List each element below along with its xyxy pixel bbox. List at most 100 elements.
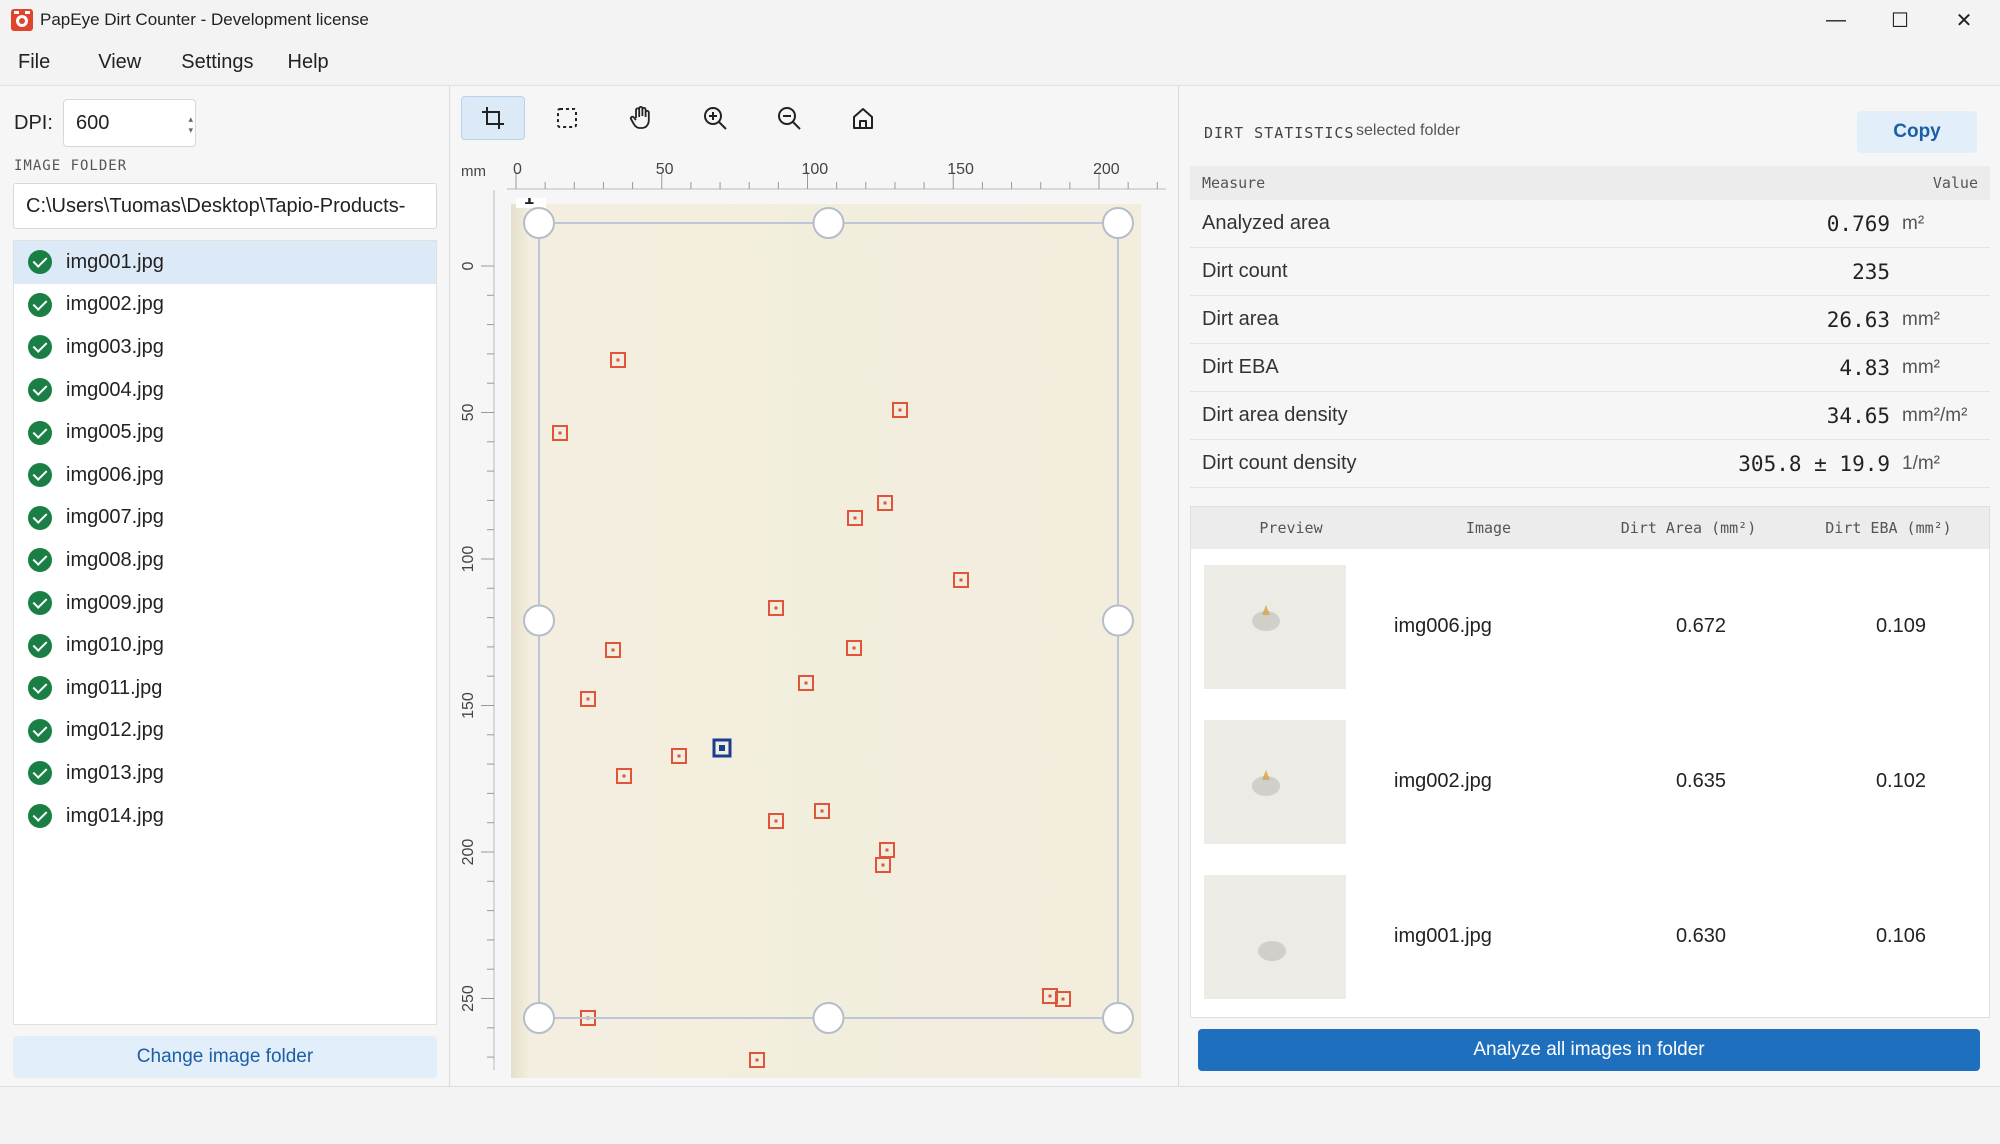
check-circle-icon <box>28 548 52 573</box>
scanned-paper-image <box>511 204 1141 1078</box>
image-viewer-panel: mm050100150200 05010015020025000 1 <box>451 86 1179 1086</box>
crop-handle[interactable] <box>1102 1002 1134 1034</box>
file-list-item[interactable]: img004.jpg <box>14 369 436 412</box>
file-list-item[interactable]: img001.jpg <box>14 241 436 284</box>
check-circle-icon <box>28 633 52 658</box>
crop-tool-button[interactable] <box>461 96 525 140</box>
ruler-left-label: 150 <box>460 692 477 719</box>
file-list[interactable]: img001.jpg img002.jpg img003.jpg img004.jpg… <box>13 240 437 1025</box>
pan-tool-button[interactable] <box>609 96 673 140</box>
file-list-item[interactable]: img013.jpg <box>14 752 436 795</box>
image-column-header[interactable]: Image <box>1391 519 1586 537</box>
file-list-item[interactable]: img003.jpg <box>14 326 436 369</box>
crop-handle[interactable] <box>523 207 555 239</box>
dirt-speck <box>881 863 885 867</box>
window-title: PapEye Dirt Counter - Development licens… <box>40 10 369 29</box>
stat-value: 0.769 <box>1826 211 1890 236</box>
dirt-speck <box>586 697 590 701</box>
dpi-input[interactable]: 600 ▴ ▾ <box>63 99 196 147</box>
dirt-speck <box>852 646 856 650</box>
file-list-item[interactable]: img010.jpg <box>14 624 436 667</box>
file-name: img013.jpg <box>66 761 164 784</box>
file-list-item[interactable]: img012.jpg <box>14 710 436 753</box>
file-list-item[interactable]: img014.jpg <box>14 795 436 838</box>
image-folder-label: IMAGE FOLDER <box>14 158 128 174</box>
menu-file[interactable]: File <box>0 51 68 74</box>
dirt-image-name: img002.jpg <box>1394 770 1492 792</box>
menu-help[interactable]: Help <box>272 51 347 74</box>
crop-handle[interactable] <box>812 1002 845 1034</box>
measure-column-header: Measure <box>1202 174 1266 192</box>
close-button[interactable]: ✕ <box>1932 0 1996 40</box>
page-number: 1 <box>524 198 534 208</box>
dirt-speck <box>898 408 902 412</box>
dirt-speck <box>774 819 778 823</box>
file-list-item[interactable]: img009.jpg <box>14 582 436 625</box>
crop-handle[interactable] <box>812 207 845 239</box>
dirt-speck <box>622 774 626 778</box>
stat-measure: Dirt count <box>1202 260 1288 282</box>
dirt-table-row[interactable]: img006.jpg 0.672 0.109 <box>1191 549 1989 704</box>
dirt-table-row[interactable]: img001.jpg 0.630 0.106 <box>1191 859 1989 1014</box>
menu-bar: File View Settings Help <box>0 40 2000 86</box>
select-rect-tool-button[interactable] <box>535 96 599 140</box>
check-circle-icon <box>28 378 52 403</box>
crop-handle[interactable] <box>1102 207 1134 239</box>
check-circle-icon <box>28 804 52 829</box>
dirt-speck <box>853 516 857 520</box>
file-list-item[interactable]: img011.jpg <box>14 667 436 710</box>
dirt-table-header: Preview Image Dirt Area (mm²) Dirt EBA (… <box>1191 507 1989 549</box>
file-list-item[interactable]: img002.jpg <box>14 284 436 327</box>
dpi-spin-icon[interactable]: ▴ ▾ <box>188 114 193 136</box>
minimize-button[interactable]: — <box>1804 0 1868 40</box>
dirt-area-value: 0.635 <box>1675 770 1726 792</box>
file-list-item[interactable]: img006.jpg <box>14 454 436 497</box>
preview-column-header[interactable]: Preview <box>1191 519 1391 537</box>
stat-unit: m² <box>1902 212 1925 234</box>
zoom-in-button[interactable] <box>683 96 747 140</box>
maximize-button[interactable]: ☐ <box>1868 0 1932 40</box>
check-circle-icon <box>28 761 52 786</box>
dirt-eba-column-header[interactable]: Dirt EBA (mm²) <box>1791 519 1986 537</box>
dirt-speck <box>755 1058 759 1062</box>
minimize-icon: — <box>1826 8 1846 31</box>
stats-row: Dirt area 26.63 mm² <box>1190 296 1990 344</box>
dirt-area-column-header[interactable]: Dirt Area (mm²) <box>1586 519 1791 537</box>
file-list-item[interactable]: img005.jpg <box>14 411 436 454</box>
image-folder-input[interactable]: C:\Users\Tuomas\Desktop\Tapio-Products- <box>13 183 437 229</box>
statistics-panel: DIRT STATISTICS selected folder Copy Mea… <box>1180 86 2000 1086</box>
file-name: img001.jpg <box>66 250 164 273</box>
file-list-item[interactable]: img007.jpg <box>14 497 436 540</box>
dirt-speck <box>1048 994 1052 998</box>
file-name: img004.jpg <box>66 378 164 401</box>
home-button[interactable] <box>831 96 895 140</box>
dirt-table[interactable]: Preview Image Dirt Area (mm²) Dirt EBA (… <box>1190 506 1990 1018</box>
viewer-toolbar <box>461 96 905 140</box>
dpi-value: 600 <box>76 111 110 134</box>
change-image-folder-button[interactable]: Change image folder <box>13 1036 437 1078</box>
crop-handle[interactable] <box>523 1002 555 1034</box>
stat-measure: Dirt EBA <box>1202 356 1279 378</box>
dirt-speck <box>558 431 562 435</box>
ruler-left-label: 200 <box>460 839 477 866</box>
pan-hand-icon <box>629 106 650 129</box>
dirt-speck <box>883 501 887 505</box>
maximize-icon: ☐ <box>1891 9 1909 32</box>
crop-handle[interactable] <box>1102 604 1134 637</box>
dirt-area-value: 0.630 <box>1675 925 1726 947</box>
copy-button[interactable]: Copy <box>1857 111 1977 153</box>
menu-settings[interactable]: Settings <box>159 51 271 74</box>
file-name: img002.jpg <box>66 293 164 316</box>
dirt-table-row[interactable]: img002.jpg 0.635 0.102 <box>1191 704 1989 859</box>
image-canvas[interactable]: 1 <box>511 198 1141 1078</box>
stat-unit: mm² <box>1902 356 1940 378</box>
file-name: img012.jpg <box>66 719 164 742</box>
zoom-out-button[interactable] <box>757 96 821 140</box>
check-circle-icon <box>28 335 52 360</box>
file-list-item[interactable]: img008.jpg <box>14 539 436 582</box>
analyze-all-button[interactable]: Analyze all images in folder <box>1198 1029 1980 1071</box>
file-name: img010.jpg <box>66 634 164 657</box>
stat-value: 305.8 ± 19.9 <box>1738 451 1890 476</box>
crop-handle[interactable] <box>523 604 555 637</box>
menu-view[interactable]: View <box>68 51 159 74</box>
